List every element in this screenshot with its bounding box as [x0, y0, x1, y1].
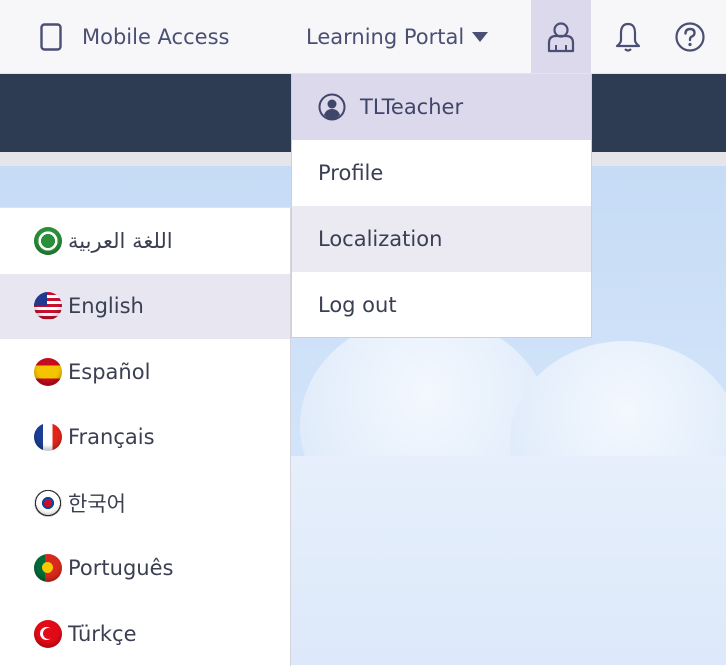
user-avatar-icon	[318, 93, 346, 121]
korea-flag-icon	[34, 488, 62, 517]
logout-label: Log out	[318, 293, 397, 317]
language-item-arabic[interactable]: اللغة العربية	[0, 208, 290, 274]
learning-portal-dropdown[interactable]: Learning Portal	[306, 0, 489, 73]
username-label: TLTeacher	[360, 95, 464, 119]
user-dropdown-menu: TLTeacher Profile Localization Log out	[291, 74, 592, 338]
language-label: English	[68, 294, 144, 319]
bell-icon	[615, 22, 641, 52]
language-label: Français	[68, 425, 155, 450]
language-label: اللغة العربية	[68, 228, 173, 253]
mobile-access-link[interactable]: Mobile Access	[40, 0, 229, 73]
language-item-korean[interactable]: 한국어	[0, 470, 290, 536]
localization-menu-item[interactable]: Localization	[292, 206, 591, 272]
portugal-flag-icon	[34, 554, 62, 583]
language-item-spanish[interactable]: Español	[0, 339, 290, 405]
profile-label: Profile	[318, 161, 384, 185]
logout-menu-item[interactable]: Log out	[292, 272, 591, 338]
learning-portal-label: Learning Portal	[306, 24, 465, 49]
turkey-flag-icon	[34, 619, 62, 648]
profile-menu-item[interactable]: Profile	[292, 140, 591, 206]
language-label: Português	[68, 556, 174, 581]
help-button[interactable]	[668, 0, 712, 73]
notifications-button[interactable]	[606, 0, 650, 73]
arabic-flag-icon	[34, 226, 62, 255]
language-item-portuguese[interactable]: Português	[0, 536, 290, 602]
language-label: Español	[68, 359, 151, 384]
language-menu: اللغة العربية English Español Français 한…	[0, 207, 291, 666]
user-menu-header: TLTeacher	[292, 74, 591, 140]
france-flag-icon	[34, 423, 62, 452]
user-icon	[547, 21, 575, 52]
help-icon	[675, 21, 705, 52]
mobile-phone-icon	[40, 22, 62, 51]
language-label: 한국어	[68, 491, 126, 516]
localization-label: Localization	[318, 227, 443, 251]
language-item-english[interactable]: English	[0, 273, 290, 339]
mobile-access-label: Mobile Access	[82, 24, 230, 49]
language-item-french[interactable]: Français	[0, 405, 290, 471]
language-item-turkish[interactable]: Türkçe	[0, 601, 290, 667]
language-label: Türkçe	[68, 621, 137, 646]
spain-flag-icon	[34, 357, 62, 386]
top-bar: Mobile Access Learning Portal	[0, 0, 726, 74]
us-flag-icon	[34, 292, 62, 321]
user-menu-button[interactable]	[531, 0, 591, 73]
caret-down-icon	[472, 31, 489, 42]
cloud-body	[290, 456, 726, 665]
